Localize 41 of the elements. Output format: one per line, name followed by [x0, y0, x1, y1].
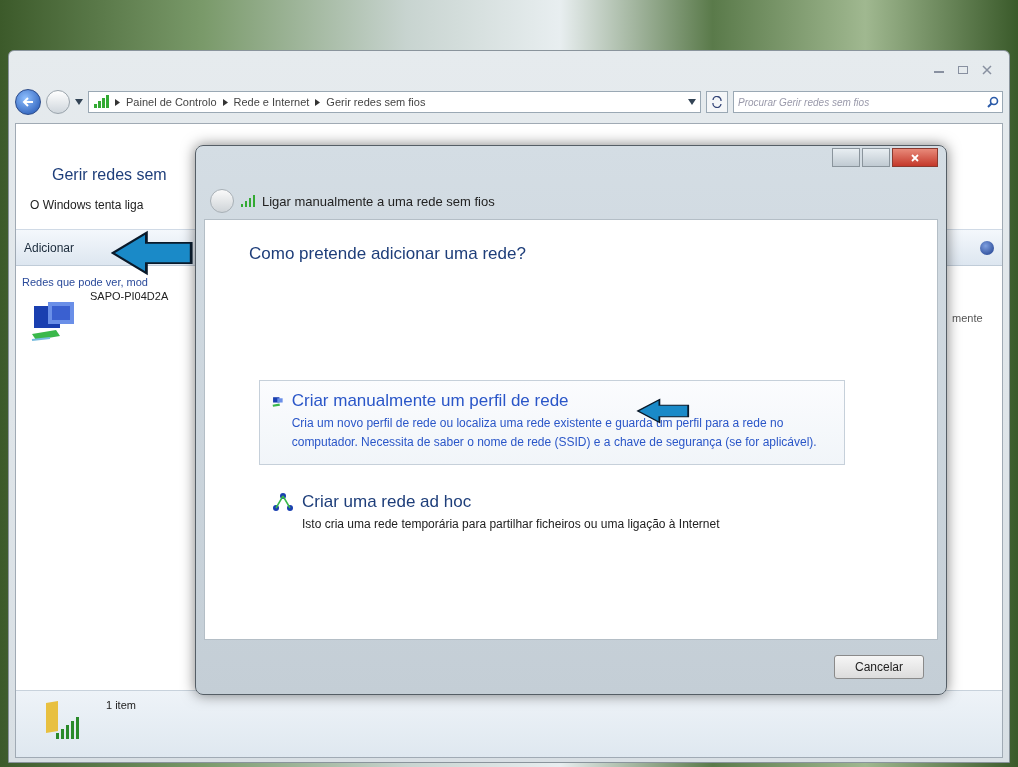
back-button[interactable] — [15, 89, 41, 115]
maximize-icon[interactable] — [957, 65, 969, 75]
close-icon — [911, 153, 919, 162]
dropdown-icon — [688, 99, 696, 105]
breadcrumb-item[interactable]: Rede e Internet — [233, 96, 310, 108]
ad-hoc-network-icon — [272, 492, 294, 514]
refresh-icon — [711, 96, 723, 108]
network-name[interactable]: SAPO-PI04D2A — [90, 290, 169, 302]
dialog-question: Como pretende adicionar uma rede? — [249, 244, 526, 264]
minimize-button[interactable] — [832, 148, 860, 167]
refresh-button[interactable] — [706, 91, 728, 113]
page-heading: Gerir redes sem — [52, 166, 167, 184]
toolbar-button[interactable]: Adicionar — [20, 238, 79, 257]
option-link[interactable] — [259, 380, 845, 465]
breadcrumb-item[interactable]: Painel de Controlo — [126, 96, 217, 108]
option-link[interactable]: Criar uma rede ad hoc Isto cria uma rede temporária para partilhar ficheiros ou uma ligação à Internet — [259, 481, 845, 547]
signal-bars-icon — [240, 195, 256, 207]
chevron-icon — [222, 98, 228, 106]
cancel-button[interactable]: Cancelar — [834, 655, 924, 679]
option-description: Isto cria uma rede temporária para partilhar ficheiros ou uma ligação à Internet — [302, 516, 720, 533]
dropdown-icon — [75, 99, 83, 105]
signal-bars-icon — [93, 95, 109, 109]
page-description: O Windows tenta liga — [30, 198, 144, 212]
close-button[interactable] — [892, 148, 938, 167]
option-title: Criar manualmente um perfil de rede — [291, 391, 569, 411]
table-cell-text: mente — [952, 311, 983, 326]
chevron-icon — [315, 98, 321, 106]
close-icon[interactable] — [981, 65, 993, 75]
option-title: Criar uma rede ad hoc — [302, 492, 472, 512]
left-arrow-icon — [110, 230, 194, 276]
address-bar[interactable]: Painel de Controlo Rede e Internet Gerir redes sem fios — [88, 91, 701, 113]
help-icon[interactable] — [980, 240, 994, 255]
list-caption: Redes que pode ver, mod — [22, 276, 148, 288]
dialog-title: Ligar manualmente a uma rede sem fios — [262, 193, 495, 209]
option-description: Cria um novo perfil de rede ou localiza uma rede existente e guarda um perfil para a rede no computador. Necessita de saber o nome de rede (SSID) e a chave de segurança (se for aplicável). — [291, 415, 818, 451]
forward-button[interactable] — [46, 90, 70, 114]
breadcrumb-item[interactable]: Gerir redes sem fios — [326, 96, 426, 108]
chevron-icon — [115, 98, 120, 106]
back-arrow-icon — [22, 97, 34, 107]
maximize-button[interactable] — [862, 148, 890, 167]
item-count: 1 item — [106, 699, 136, 711]
